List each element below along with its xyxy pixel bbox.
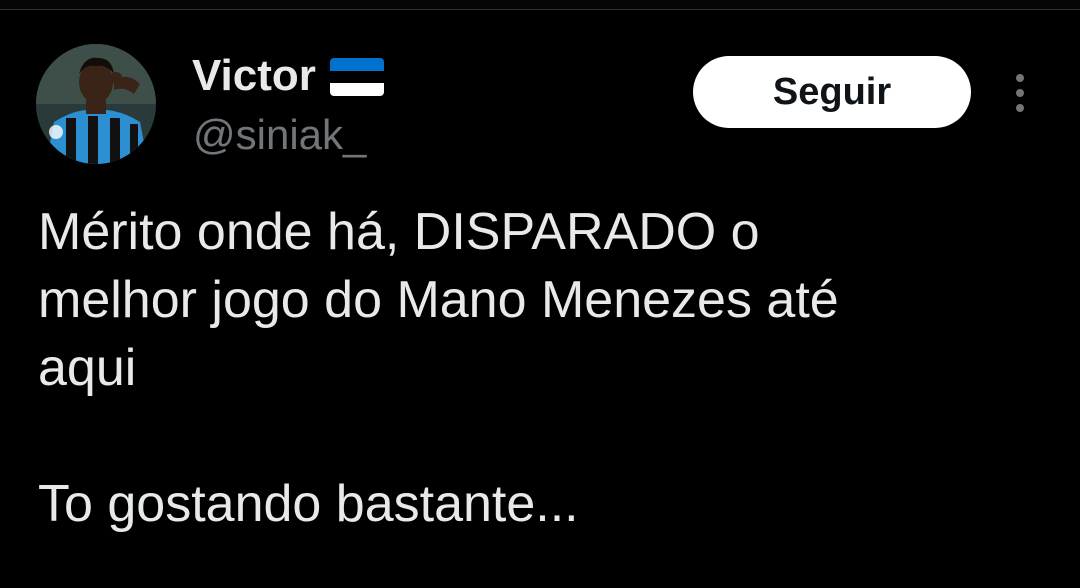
top-divider: [0, 0, 1080, 10]
display-name[interactable]: Victor: [192, 48, 384, 104]
avatar-image: [36, 44, 156, 164]
more-dot: [1016, 74, 1024, 82]
avatar[interactable]: [36, 44, 156, 164]
estonia-flag-icon: [329, 58, 384, 96]
display-name-text[interactable]: Victor: [192, 48, 316, 104]
more-dot: [1016, 89, 1024, 97]
more-vertical-icon[interactable]: [1000, 66, 1040, 120]
follow-button[interactable]: Seguir: [693, 56, 971, 128]
tweet-text: Mérito onde há, DISPARADO o melhor jogo …: [38, 203, 839, 533]
more-dot: [1016, 104, 1024, 112]
user-handle[interactable]: @siniak_: [193, 108, 366, 162]
